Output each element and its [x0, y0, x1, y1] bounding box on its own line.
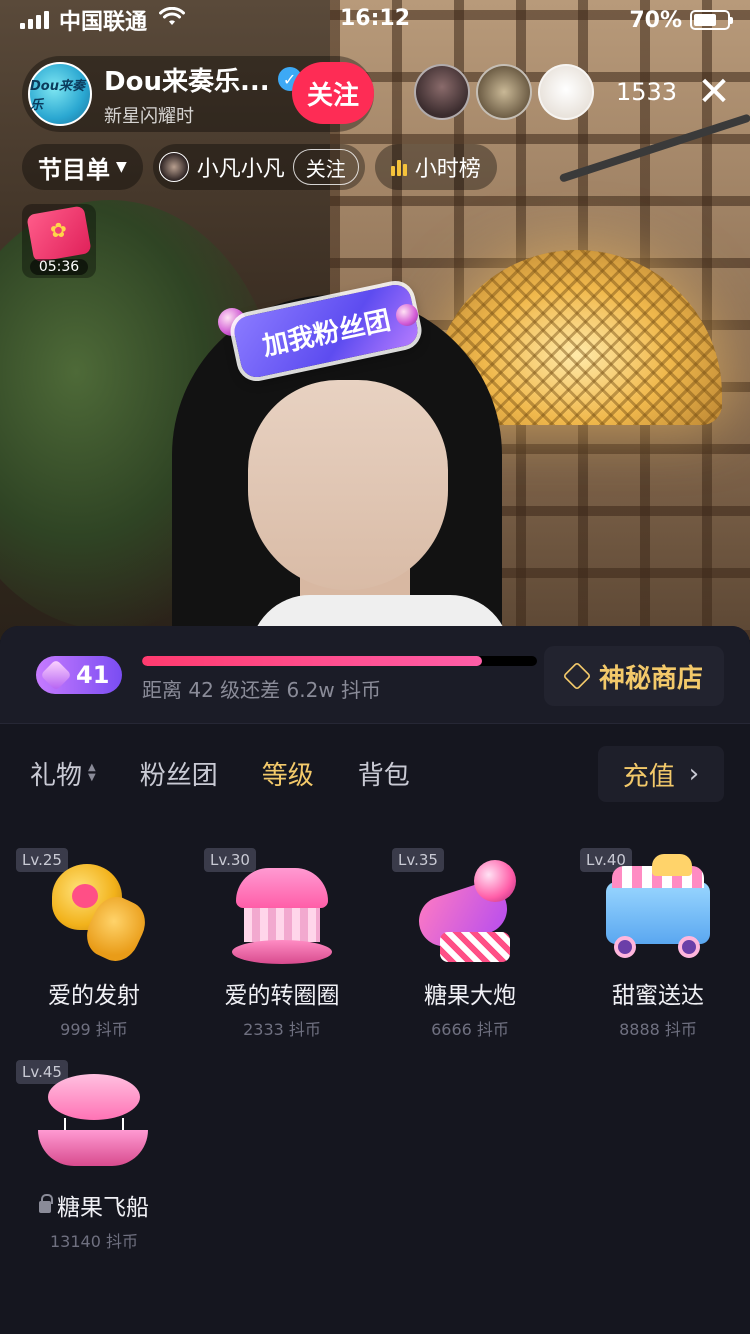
wifi-icon — [159, 6, 186, 33]
co-anchor[interactable]: 小凡小凡 关注 — [152, 144, 365, 190]
gift-timer-countdown: 05:36 — [30, 259, 88, 275]
caret-down-icon: ▼ — [116, 159, 127, 175]
host-name: Dou来奏乐... — [104, 66, 270, 97]
tab-level[interactable]: 等级 — [262, 755, 314, 792]
gift-item-locked[interactable]: Lv.45 糖果飞船 13140 抖币 — [0, 1056, 188, 1256]
sweet-delivery-truck-gift-icon — [598, 854, 718, 974]
viewer-count[interactable]: 1533 — [616, 78, 677, 106]
hourly-rank-button[interactable]: 小时榜 — [374, 144, 497, 190]
gift-price: 2333 抖币 — [243, 1020, 321, 1039]
disco-ball-icon — [396, 304, 418, 326]
love-launcher-gift-icon — [34, 854, 154, 974]
mystery-shop-label: 神秘商店 — [598, 663, 703, 694]
carrier-name: 中国联通 — [59, 10, 148, 35]
recharge-label: 充值 — [622, 761, 675, 792]
host-subtitle: 新星闪耀时 — [104, 105, 194, 127]
user-level-badge[interactable]: 41 — [36, 656, 122, 694]
gift-price: 13140 抖币 — [50, 1232, 138, 1251]
hourly-rank-label: 小时榜 — [414, 157, 481, 182]
chevron-right-icon: › — [688, 759, 700, 789]
user-level-number: 41 — [76, 661, 110, 689]
gift-item[interactable]: Lv.40 甜蜜送达 8888 抖币 — [564, 844, 750, 1044]
level-gem-icon — [40, 659, 72, 691]
battery-status: 70% — [629, 7, 733, 33]
gift-name: 甜蜜送达 — [612, 983, 704, 1009]
level-progress-bar — [142, 656, 537, 666]
co-anchor-avatar[interactable] — [158, 152, 189, 182]
candy-airship-gift-icon — [34, 1066, 154, 1186]
candy-cannon-gift-icon — [410, 854, 530, 974]
tab-backpack[interactable]: 背包 — [358, 755, 410, 792]
live-info-row: 节目单 ▼ 小凡小凡 关注 小时榜 — [22, 144, 497, 190]
gift-panel: 41 距离 42 级还差 6.2w 抖币 神秘商店 礼物 ▲ ▼ 粉丝团 等级 背… — [0, 626, 750, 1334]
gift-item[interactable]: Lv.30 爱的转圈圈 2333 抖币 — [188, 844, 376, 1044]
viewer-avatar[interactable] — [414, 64, 470, 120]
viewer-list[interactable]: 1533 — [414, 64, 677, 120]
program-list-button[interactable]: 节目单 ▼ — [22, 144, 143, 190]
host-avatar-logo: Dou来奏乐 — [30, 79, 85, 113]
gift-name-row: 糖果飞船 — [39, 1188, 149, 1222]
host-text: Dou来奏乐... ✓ 新星闪耀时 — [104, 61, 302, 128]
tab-fan-club-label: 粉丝团 — [139, 760, 218, 791]
gift-price: 999 抖币 — [60, 1020, 128, 1039]
program-list-label: 节目单 — [38, 155, 110, 184]
battery-percent: 70% — [629, 7, 682, 33]
sort-icon: ▲ ▼ — [88, 762, 96, 783]
viewer-avatar[interactable] — [538, 64, 594, 120]
tab-backpack-label: 背包 — [357, 760, 410, 791]
tab-level-label: 等级 — [261, 760, 314, 791]
gift-item[interactable]: Lv.35 糖果大炮 6666 抖币 — [376, 844, 564, 1044]
co-anchor-follow-button[interactable]: 关注 — [292, 149, 359, 185]
viewer-avatar[interactable] — [476, 64, 532, 120]
rank-bars-icon — [390, 158, 407, 176]
tab-fan-club[interactable]: 粉丝团 — [140, 755, 218, 792]
carousel-gift-icon — [222, 854, 342, 974]
level-progress-text: 距离 42 级还差 6.2w 抖币 — [142, 678, 382, 702]
recharge-button[interactable]: 充值 › — [598, 746, 724, 802]
level-progress-fill — [142, 656, 482, 666]
gift-price: 8888 抖币 — [619, 1020, 697, 1039]
gift-name: 糖果大炮 — [424, 983, 516, 1009]
mystery-shop-button[interactable]: 神秘商店 — [544, 646, 724, 706]
tab-gifts[interactable]: 礼物 ▲ ▼ — [30, 755, 96, 792]
host-avatar[interactable]: Dou来奏乐 — [28, 62, 92, 126]
follow-button[interactable]: 关注 — [292, 62, 374, 124]
gift-box-timer[interactable]: ✿ 05:36 — [22, 204, 96, 278]
gift-item[interactable]: Lv.25 爱的发射 999 抖币 — [0, 844, 188, 1044]
cellular-signal-icon — [20, 11, 49, 29]
user-level-row: 41 距离 42 级还差 6.2w 抖币 神秘商店 — [0, 626, 750, 724]
streamer-face — [248, 380, 448, 590]
bow-icon: ✿ — [50, 218, 67, 242]
gift-name: 爱的转圈圈 — [224, 983, 340, 1009]
status-bar: 中国联通 16:12 70% — [0, 0, 750, 40]
cube-icon — [562, 661, 592, 691]
close-icon[interactable]: ✕ — [694, 72, 734, 112]
tab-gifts-label: 礼物 — [30, 760, 83, 791]
host-name-row: Dou来奏乐... ✓ — [104, 61, 302, 98]
lock-icon — [39, 1194, 53, 1213]
co-anchor-name: 小凡小凡 — [196, 157, 285, 182]
gift-price: 6666 抖币 — [431, 1020, 509, 1039]
gift-name: 爱的发射 — [48, 983, 140, 1009]
gift-name: 糖果飞船 — [57, 1195, 149, 1221]
battery-icon — [690, 10, 733, 30]
